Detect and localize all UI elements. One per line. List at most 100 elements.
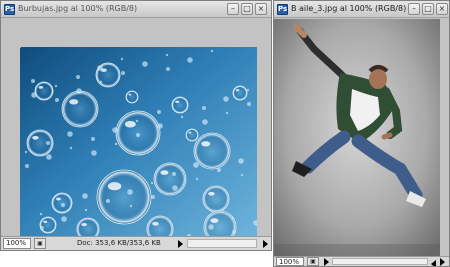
arrow-left-icon[interactable] <box>431 260 436 266</box>
zoom-field[interactable]: 100% <box>276 257 304 266</box>
photoshop-document-icon: Ps <box>4 4 15 15</box>
minimize-icon: – <box>412 4 416 13</box>
horizontal-scrollbar[interactable] <box>187 239 257 248</box>
bubble <box>39 216 57 234</box>
bubble-highlight <box>210 218 219 224</box>
small-bubble <box>46 154 52 160</box>
small-bubble <box>238 158 244 164</box>
bubble <box>193 132 231 170</box>
window-title: B aile_3.jpg al 100% (RGB/8) <box>291 4 407 13</box>
bubble <box>202 185 230 213</box>
small-bubble <box>31 79 35 83</box>
arrow-right-icon[interactable] <box>263 240 268 248</box>
small-bubble <box>97 65 103 71</box>
small-bubble <box>121 71 125 75</box>
small-bubble <box>135 119 139 123</box>
small-bubble <box>54 84 58 88</box>
close-icon: × <box>438 4 446 13</box>
bubble-highlight <box>188 131 192 134</box>
doc-info: Doc: 353,6 KB/353,6 KB <box>77 239 161 247</box>
small-bubble <box>69 146 73 150</box>
small-bubble <box>24 150 28 154</box>
small-bubble <box>232 230 236 234</box>
small-bubble <box>180 115 184 119</box>
small-bubble <box>225 111 229 115</box>
small-bubble <box>193 162 199 168</box>
maximize-button[interactable]: □ <box>422 3 434 15</box>
maximize-icon: □ <box>243 4 251 13</box>
title-bar[interactable]: Ps B aile_3.jpg al 100% (RGB/8) – □ × <box>274 1 449 18</box>
small-bubble <box>157 110 161 114</box>
small-bubble <box>150 181 154 185</box>
title-bar[interactable]: Ps Burbujas.jpg al 100% (RGB/8) – □ × <box>1 1 271 18</box>
bubble-highlight <box>32 135 39 140</box>
small-bubble <box>40 226 44 230</box>
bubble <box>34 81 54 101</box>
status-bar: 100% ▣ Doc: 353,6 KB/353,6 KB <box>1 236 271 250</box>
zoom-field[interactable]: 100% <box>3 238 31 249</box>
arrow-right-icon[interactable] <box>324 258 329 266</box>
canvas-area[interactable] <box>1 19 271 237</box>
minimize-button[interactable]: – <box>408 3 420 15</box>
arrow-right-icon[interactable] <box>178 240 183 248</box>
small-bubble <box>187 57 193 63</box>
bubble <box>232 85 248 101</box>
small-bubble <box>127 189 133 195</box>
small-bubble <box>172 185 178 191</box>
small-bubble <box>247 102 251 106</box>
minimize-button[interactable]: – <box>227 3 239 15</box>
horizontal-scrollbar[interactable] <box>332 258 428 265</box>
close-icon: × <box>257 4 265 13</box>
small-bubble <box>76 75 80 79</box>
document-window-baile[interactable]: Ps B aile_3.jpg al 100% (RGB/8) – □ × 10… <box>273 0 450 267</box>
bubble-highlight <box>201 141 211 147</box>
bubble-highlight <box>43 220 48 223</box>
bubble <box>51 192 73 214</box>
bubble-highlight <box>160 170 169 175</box>
bubble <box>96 169 152 225</box>
navigator-icon: ▣ <box>310 258 316 265</box>
small-bubble <box>76 88 82 94</box>
small-bubble <box>208 224 214 230</box>
bubble-highlight <box>81 222 87 227</box>
small-bubble <box>240 173 244 177</box>
small-bubble <box>82 193 88 199</box>
small-bubble <box>106 199 110 203</box>
small-bubble <box>151 195 155 199</box>
small-bubble <box>91 137 95 141</box>
small-bubble <box>136 133 140 137</box>
bubble <box>61 90 99 128</box>
bubble <box>171 96 189 114</box>
small-bubble <box>61 216 67 222</box>
small-bubble <box>129 204 133 208</box>
arrow-right-icon[interactable] <box>440 258 445 266</box>
photoshop-document-icon: Ps <box>277 4 288 15</box>
small-bubble <box>172 172 176 176</box>
small-bubble <box>195 177 199 181</box>
maximize-button[interactable]: □ <box>241 3 253 15</box>
dancer-image <box>274 19 440 258</box>
navigator-button[interactable]: ▣ <box>34 238 46 249</box>
small-bubble <box>114 142 118 146</box>
small-bubble <box>120 57 124 61</box>
small-bubble <box>217 168 221 172</box>
close-button[interactable]: × <box>255 3 267 15</box>
bubble-highlight <box>152 221 159 226</box>
small-bubble <box>91 150 97 156</box>
bubbles-image <box>20 47 257 237</box>
bubble-highlight <box>128 93 132 96</box>
small-bubble <box>231 216 235 220</box>
navigator-button[interactable]: ▣ <box>307 257 319 266</box>
small-bubble <box>39 212 43 216</box>
bubble <box>76 217 100 237</box>
small-bubble <box>31 92 37 98</box>
canvas-area[interactable] <box>274 19 449 258</box>
small-bubble <box>25 164 29 168</box>
small-bubble <box>55 98 59 102</box>
bubble-highlight <box>175 100 180 103</box>
document-window-burbujas[interactable]: Ps Burbujas.jpg al 100% (RGB/8) – □ × 10… <box>0 0 272 251</box>
close-button[interactable]: × <box>436 3 448 15</box>
bubble-highlight <box>56 197 61 201</box>
small-bubble <box>210 49 214 53</box>
maximize-icon: □ <box>424 4 432 13</box>
